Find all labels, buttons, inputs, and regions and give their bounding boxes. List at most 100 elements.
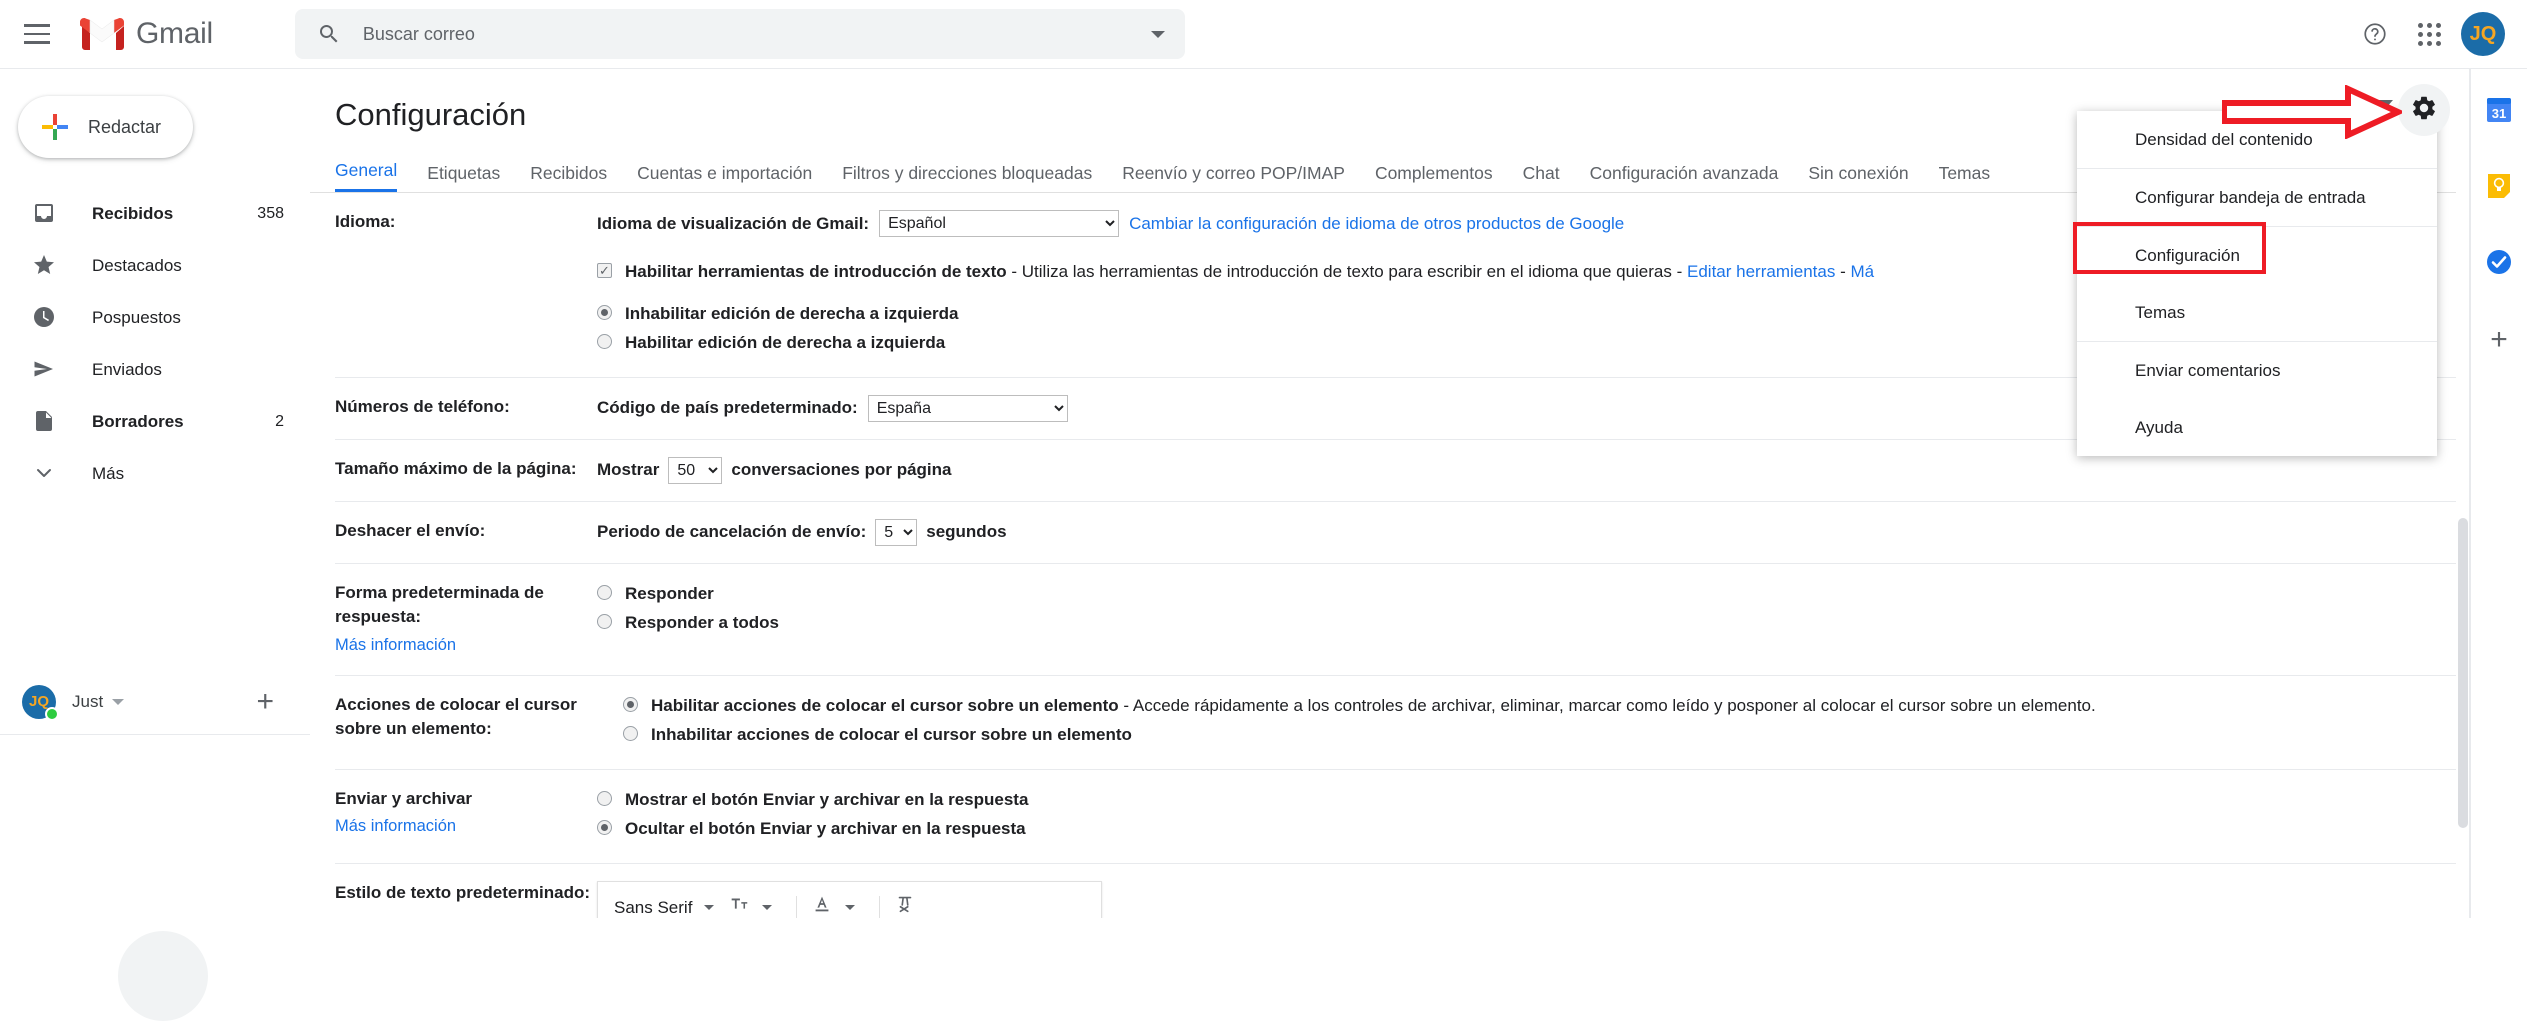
tab-chat[interactable]: Chat (1523, 163, 1560, 192)
top-bar-actions: JQ (2353, 12, 2505, 56)
country-code-select[interactable]: España (867, 394, 1068, 422)
setting-label: Idioma: (335, 212, 396, 231)
search-options-chevron-down-icon[interactable] (1150, 30, 1165, 38)
edit-tools-link[interactable]: Editar herramientas (1687, 262, 1835, 281)
default-reply-more-link[interactable]: Más información (335, 634, 597, 658)
hover-enable-label: Habilitar acciones de colocar el cursor … (651, 695, 1119, 715)
menu-item-configuracion[interactable]: Configuración (2077, 227, 2437, 284)
chevron-down-icon[interactable] (845, 905, 856, 911)
search-bar[interactable] (294, 9, 1185, 59)
setting-row-text-style: Estilo de texto predeterminado: (Usa el … (335, 864, 2470, 918)
top-app-bar: Gmail JQ (0, 0, 2527, 69)
tab-cuentas-importacion[interactable]: Cuentas e importación (637, 163, 812, 192)
setting-label: Deshacer el envío: (335, 520, 486, 540)
hamburger-menu-icon[interactable] (18, 15, 56, 53)
add-addon-button[interactable]: + (2490, 323, 2508, 357)
more-info-link[interactable]: Má (1850, 262, 1874, 281)
help-circle-icon[interactable] (2353, 12, 2397, 56)
tab-filtros[interactable]: Filtros y direcciones bloqueadas (842, 163, 1092, 192)
sidebar-item-label: Destacados (92, 256, 182, 275)
hover-enable-desc: - Accede rápidamente a los controles de … (1123, 695, 2096, 715)
undo-send-select[interactable]: 5 (875, 518, 918, 546)
send-archive-more-link[interactable]: Más información (335, 815, 597, 839)
rtl-disable-radio[interactable] (597, 304, 612, 320)
hover-enable-radio[interactable] (623, 696, 638, 712)
setting-label: Estilo de texto predeterminado: (Usa el … (335, 881, 597, 918)
tab-recibidos[interactable]: Recibidos (530, 163, 607, 192)
scrollbar-thumb[interactable] (2458, 518, 2468, 828)
tab-reenvio-pop-imap[interactable]: Reenvío y correo POP/IMAP (1122, 163, 1345, 192)
input-tools-checkbox[interactable] (597, 261, 612, 281)
chevron-down-icon[interactable] (762, 905, 773, 911)
apps-grid-icon[interactable] (2407, 12, 2451, 56)
menu-item-enviar-comentarios[interactable]: Enviar comentarios (2077, 342, 2437, 399)
settings-gear-button[interactable] (2398, 84, 2450, 136)
font-size-icon[interactable] (728, 893, 750, 918)
setting-label: Acciones de colocar el cursor sobre un e… (335, 694, 577, 739)
setting-row-hover-actions: Acciones de colocar el cursor sobre un e… (335, 676, 2470, 770)
calendar-icon[interactable]: 31 (2484, 95, 2514, 125)
sidebar-item-destacados[interactable]: Destacados (0, 240, 310, 292)
send-archive-show-radio[interactable] (597, 790, 612, 806)
tab-complementos[interactable]: Complementos (1375, 163, 1493, 192)
undo-send-suffix: segundos (926, 522, 1007, 542)
user-chip[interactable]: JQ Just + (0, 669, 310, 735)
send-archive-show-label: Mostrar el botón Enviar y archivar en la… (625, 789, 1029, 809)
sidebar-item-label: Pospuestos (92, 308, 181, 327)
change-language-link[interactable]: Cambiar la configuración de idioma de ot… (1129, 211, 1624, 237)
setting-label: Números de teléfono: (335, 396, 510, 416)
reply-label: Responder (625, 583, 714, 603)
menu-item-temas[interactable]: Temas (2077, 284, 2437, 341)
sidebar-item-pospuestos[interactable]: Pospuestos (0, 292, 310, 344)
sidebar-item-borradores[interactable]: Borradores 2 (0, 396, 310, 448)
reply-all-label: Responder a todos (625, 613, 779, 632)
add-contact-button[interactable]: + (256, 686, 274, 717)
tab-temas[interactable]: Temas (1939, 163, 1991, 192)
decorative-circle (118, 931, 208, 1021)
menu-item-ayuda[interactable]: Ayuda (2077, 399, 2437, 456)
send-icon (32, 357, 58, 383)
chevron-down-icon[interactable] (112, 698, 125, 705)
text-style-label: Estilo de texto predeterminado: (335, 882, 591, 902)
sidebar-item-mas[interactable]: Más (0, 448, 310, 500)
country-code-label: Código de país predeterminado: (597, 398, 858, 418)
search-icon (317, 22, 341, 46)
setting-row-default-reply: Forma predeterminada de respuesta: Más i… (335, 564, 2470, 676)
sidebar-item-enviados[interactable]: Enviados (0, 344, 310, 396)
draft-icon (32, 409, 58, 435)
setting-row-send-archive: Enviar y archivar Más información Mostra… (335, 770, 2470, 864)
keep-icon[interactable] (2484, 171, 2514, 201)
avatar[interactable]: JQ (2461, 12, 2505, 56)
avatar-initials: JQ (2469, 22, 2497, 45)
chevron-down-icon[interactable] (704, 905, 715, 911)
menu-item-configurar-bandeja[interactable]: Configurar bandeja de entrada (2077, 169, 2437, 226)
divider (796, 895, 798, 918)
reply-radio[interactable] (597, 584, 612, 600)
reply-all-radio[interactable] (597, 614, 612, 629)
send-archive-hide-radio[interactable] (597, 820, 612, 836)
compose-label: Redactar (88, 116, 162, 137)
input-tools-label: Habilitar herramientas de introducción d… (625, 262, 1007, 281)
language-select[interactable]: Español (879, 210, 1120, 237)
input-tools-desc: - Utiliza las herramientas de introducci… (1011, 262, 1683, 281)
hover-disable-radio[interactable] (623, 726, 638, 742)
tab-sin-conexion[interactable]: Sin conexión (1808, 163, 1908, 192)
text-color-icon[interactable] (811, 893, 833, 918)
font-family-value[interactable]: Sans Serif (614, 895, 692, 918)
search-input[interactable] (362, 23, 1185, 45)
language-field-label: Idioma de visualización de Gmail: (597, 213, 870, 233)
rtl-enable-radio[interactable] (597, 334, 612, 349)
setting-label: Enviar y archivar Más información (335, 787, 597, 840)
page-size-prefix: Mostrar (597, 460, 660, 480)
page-size-select[interactable]: 50 (668, 456, 723, 484)
tasks-icon[interactable] (2484, 247, 2514, 277)
compose-button[interactable]: Redactar (18, 96, 193, 158)
avatar[interactable]: JQ (22, 684, 59, 721)
gmail-logo[interactable]: Gmail (80, 17, 213, 51)
tab-general[interactable]: General (335, 160, 398, 192)
sidebar-item-recibidos[interactable]: Recibidos 358 (0, 188, 310, 240)
remove-formatting-icon[interactable] (894, 893, 916, 918)
tab-configuracion-avanzada[interactable]: Configuración avanzada (1590, 163, 1779, 192)
tab-etiquetas[interactable]: Etiquetas (427, 163, 500, 192)
chevron-down-icon (32, 461, 58, 487)
